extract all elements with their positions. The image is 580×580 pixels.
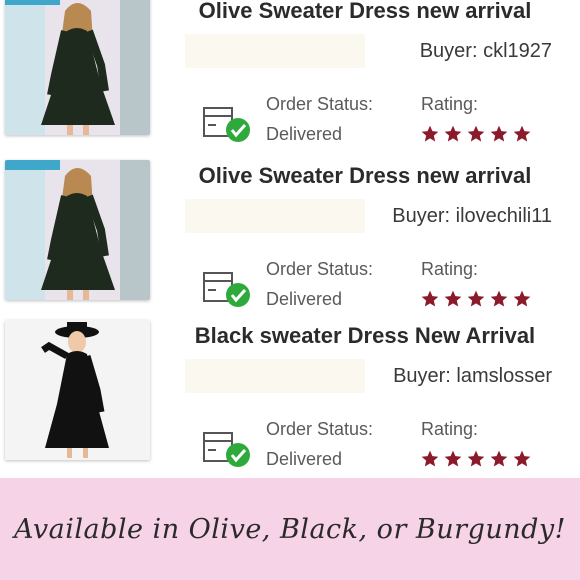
buyer-bar <box>185 359 365 393</box>
buyer-name: Buyer: ilovechili11 <box>392 205 552 227</box>
product-title[interactable]: Black sweater Dress New Arrival <box>150 323 580 349</box>
star-icon <box>513 125 531 142</box>
rating-stars <box>420 124 532 144</box>
product-title[interactable]: Olive Sweater Dress new arrival <box>150 163 580 189</box>
rating-label: Rating: <box>421 94 479 114</box>
star-icon <box>467 125 485 142</box>
star-icon <box>444 450 462 467</box>
promo-banner-text: Available in Olive, Black, or Burgundy! <box>13 513 567 545</box>
order-status-value: Delivered <box>266 124 343 144</box>
order-status-label: Order Status: <box>266 94 374 114</box>
product-image[interactable] <box>5 160 150 300</box>
star-icon <box>421 125 439 142</box>
buyer-bar <box>185 34 365 68</box>
star-icon <box>421 290 439 307</box>
product-image[interactable] <box>5 0 150 135</box>
rating-stars <box>420 289 532 309</box>
star-icon <box>513 290 531 307</box>
star-icon <box>444 125 462 142</box>
order-status-value: Delivered <box>266 289 343 309</box>
delivered-box-icon <box>200 265 254 311</box>
order-card[interactable]: Black sweater Dress New Arrival Buyer: l… <box>0 315 580 470</box>
rating-label: Rating: <box>421 419 479 439</box>
star-icon <box>513 450 531 467</box>
order-status-label: Order Status: <box>266 259 374 279</box>
dress-photo-black <box>5 320 150 460</box>
star-icon <box>467 290 485 307</box>
rating-label: Rating: <box>421 259 479 279</box>
product-image[interactable] <box>5 320 150 460</box>
star-icon <box>490 450 508 467</box>
buyer-name: Buyer: lamslosser <box>393 365 552 387</box>
order-card[interactable]: Olive Sweater Dress new arrival Buyer: i… <box>0 155 580 310</box>
order-status-value: Delivered <box>266 449 343 469</box>
star-icon <box>444 290 462 307</box>
order-status-label: Order Status: <box>266 419 374 439</box>
star-icon <box>421 450 439 467</box>
delivered-box-icon <box>200 100 254 146</box>
dress-photo-olive <box>5 160 150 300</box>
buyer-bar <box>185 199 365 233</box>
buyer-name: Buyer: ckl1927 <box>419 40 552 62</box>
product-title[interactable]: Olive Sweater Dress new arrival <box>150 0 580 24</box>
promo-banner: Available in Olive, Black, or Burgundy! <box>0 478 580 580</box>
rating-stars <box>420 449 532 469</box>
star-icon <box>490 125 508 142</box>
dress-photo-olive <box>5 0 150 135</box>
star-icon <box>467 450 485 467</box>
delivered-box-icon <box>200 425 254 471</box>
order-card[interactable]: Olive Sweater Dress new arrival Buyer: c… <box>0 0 580 145</box>
star-icon <box>490 290 508 307</box>
